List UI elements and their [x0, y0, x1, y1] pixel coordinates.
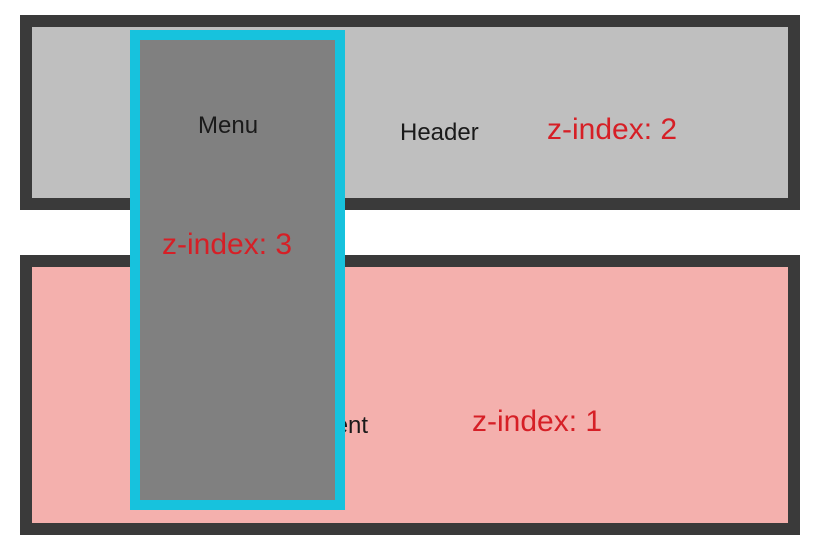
content-zindex-label: z-index: 1 — [472, 405, 602, 439]
menu-zindex-label: z-index: 3 — [162, 228, 292, 262]
z-index-diagram: Content z-index: 1 Header z-index: 2 Men… — [0, 0, 820, 550]
menu-layer: Menu z-index: 3 — [130, 30, 345, 510]
header-label: Header — [400, 119, 479, 147]
header-zindex-label: z-index: 2 — [547, 113, 677, 147]
menu-label: Menu — [198, 112, 258, 140]
